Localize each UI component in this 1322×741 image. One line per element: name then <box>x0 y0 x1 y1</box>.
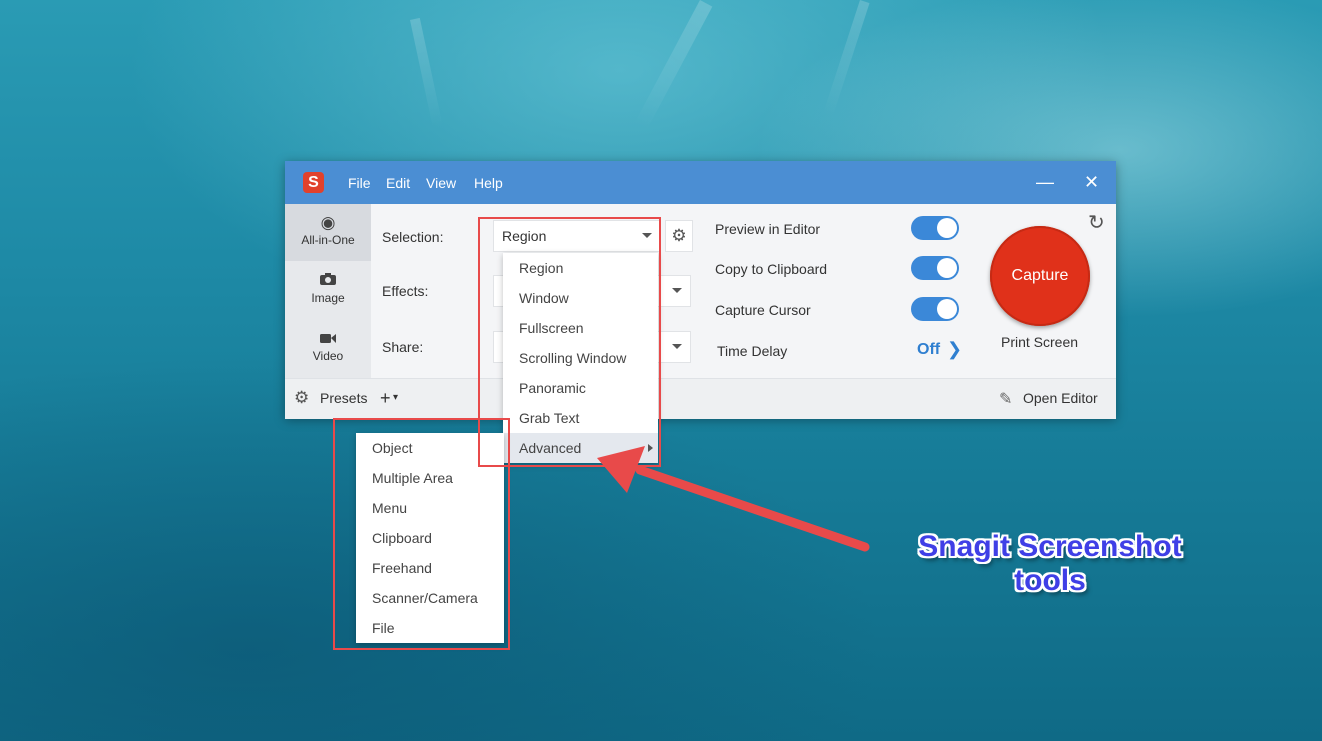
annotation-arrow <box>597 446 870 552</box>
annotation-text: Snagit Screenshot tools <box>860 530 1240 598</box>
annotation-line-1: Snagit Screenshot <box>918 530 1182 563</box>
annotation-line-2: tools <box>1014 564 1086 597</box>
